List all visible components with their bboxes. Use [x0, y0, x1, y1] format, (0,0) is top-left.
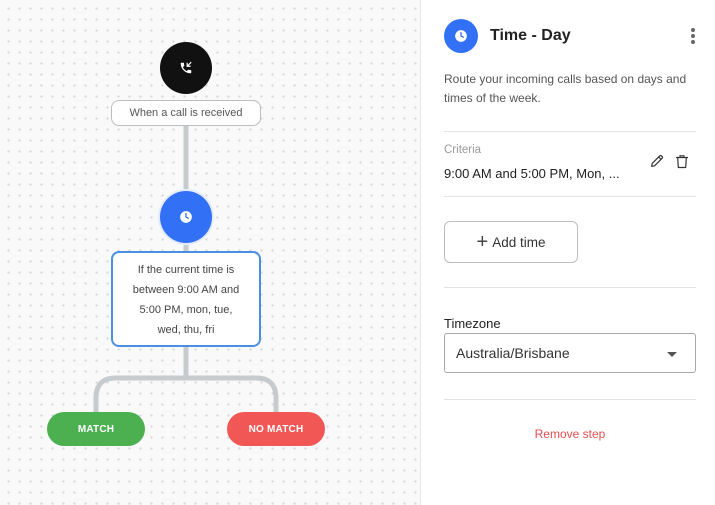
condition-line: wed, thu, fri: [157, 324, 215, 336]
criteria-label: Criteria: [444, 144, 482, 156]
divider: [444, 287, 696, 288]
add-time-label: Add time: [492, 234, 546, 250]
condition-line: between 9:00 AM and: [132, 284, 240, 296]
divider: [444, 196, 696, 197]
condition-line: 5:00 PM, mon, tue,: [139, 304, 233, 316]
step-settings-panel: Time - Day Route your incoming calls bas…: [422, 0, 715, 505]
add-time-button[interactable]: + Add time: [444, 221, 578, 263]
panel-title: Time - Day: [490, 27, 571, 44]
time-day-node[interactable]: [160, 191, 212, 243]
remove-step-link[interactable]: Remove step: [444, 427, 696, 441]
clock-icon: [180, 211, 192, 223]
delete-criteria-button[interactable]: [673, 152, 691, 170]
step-description: Route your incoming calls based on days …: [444, 72, 687, 105]
no-match-branch[interactable]: NO MATCH: [227, 412, 325, 446]
clock-icon: [444, 19, 478, 53]
timezone-value: Australia/Brisbane: [456, 345, 570, 361]
condition-line: If the current time is: [137, 264, 235, 276]
timezone-select[interactable]: Australia/Brisbane: [444, 333, 696, 373]
trash-icon: [676, 154, 688, 168]
more-options-icon[interactable]: [686, 26, 700, 46]
phone-incoming-icon: [180, 61, 192, 74]
match-branch[interactable]: MATCH: [47, 412, 145, 446]
plus-icon: +: [476, 231, 489, 253]
trigger-node[interactable]: [160, 42, 212, 94]
trigger-label[interactable]: When a call is received: [111, 100, 261, 126]
pencil-icon: [651, 154, 664, 167]
panel-header: Time - Day: [444, 19, 700, 53]
condition-card[interactable]: If the current time is between 9:00 AM a…: [111, 251, 261, 347]
chevron-down-icon: [667, 352, 677, 357]
branch-connector: [93, 346, 279, 412]
divider: [444, 131, 696, 132]
edit-criteria-button[interactable]: [648, 152, 666, 170]
timezone-label: Timezone: [444, 316, 501, 331]
flow-canvas[interactable]: When a call is received If the current t…: [0, 0, 421, 505]
criteria-value: 9:00 AM and 5:00 PM, Mon, ...: [444, 166, 620, 181]
divider: [444, 399, 696, 400]
